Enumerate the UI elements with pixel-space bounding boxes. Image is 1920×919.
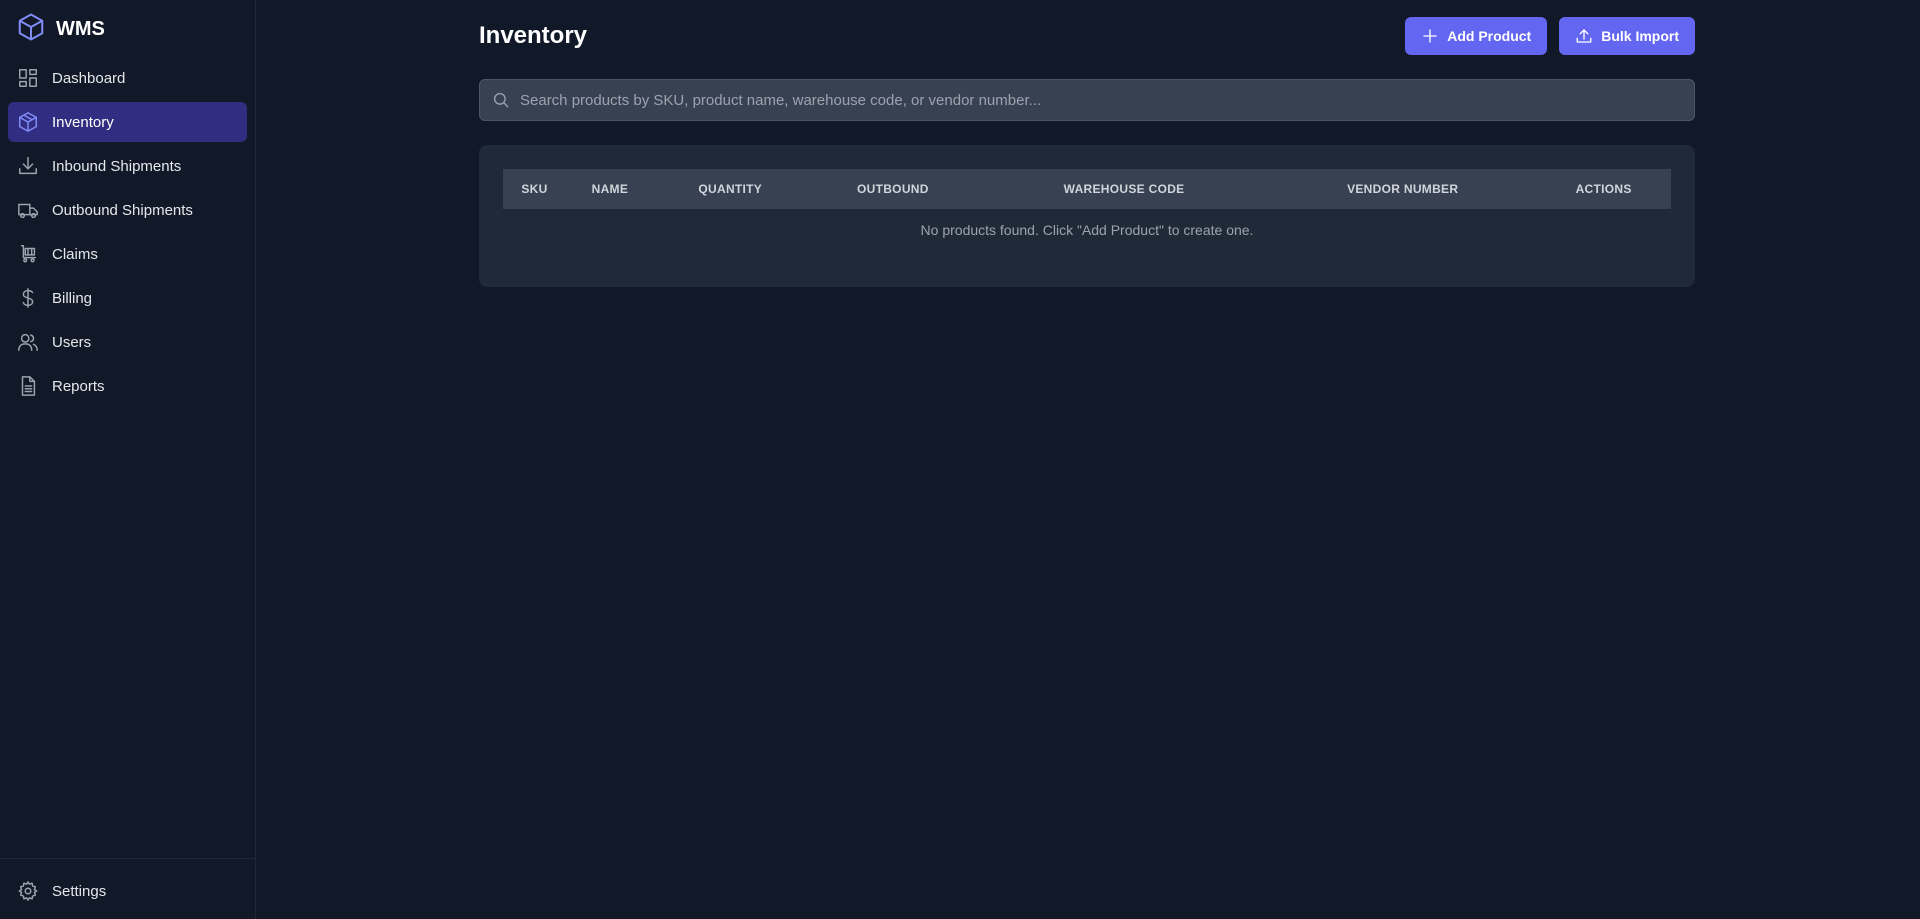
inventory-page: Inventory Add Product Bulk Import Search… [479, 17, 1695, 287]
sidebar-item-label: Claims [52, 245, 98, 263]
add-product-button[interactable]: Add Product [1405, 17, 1548, 55]
dollar-icon [16, 286, 40, 310]
column-header-sku[interactable]: SKU [503, 169, 566, 209]
bulk-import-label: Bulk Import [1601, 28, 1679, 44]
sidebar-item-label: Inventory [52, 113, 114, 131]
brand-name: WMS [56, 17, 105, 40]
sidebar-item-settings[interactable]: Settings [8, 871, 247, 911]
sidebar-item-label: Billing [52, 289, 93, 307]
column-header-quantity[interactable]: QUANTITY [654, 169, 807, 209]
gear-icon [16, 879, 40, 903]
sidebar-item-label: Users [52, 333, 92, 351]
table-header: SKU NAME QUANTITY OUTBOUND WAREHOUSE COD… [503, 169, 1671, 209]
sidebar-item-label: Inbound Shipments [52, 157, 182, 175]
download-icon [16, 154, 40, 178]
document-icon [16, 374, 40, 398]
page-header: Inventory Add Product Bulk Import [479, 17, 1695, 55]
sidebar-item-outbound-shipments[interactable]: Outbound Shipments [8, 190, 247, 230]
sidebar-item-reports[interactable]: Reports [8, 366, 247, 406]
sidebar-item-inbound-shipments[interactable]: Inbound Shipments [8, 146, 247, 186]
sidebar-item-label: Outbound Shipments [52, 201, 193, 219]
cart-icon [16, 242, 40, 266]
sidebar-item-claims[interactable]: Claims [8, 234, 247, 274]
column-header-actions: ACTIONS [1575, 182, 1632, 196]
table-body: No products found. Click "Add Product" t… [503, 209, 1671, 251]
sidebar-footer: Settings [0, 858, 255, 919]
column-header-vendor-number[interactable]: VENDOR NUMBER [1269, 169, 1536, 209]
cube-icon [16, 110, 40, 134]
column-header-warehouse-code[interactable]: WAREHOUSE CODE [979, 169, 1269, 209]
sidebar-item-label: Dashboard [52, 69, 126, 87]
plus-icon [1423, 29, 1437, 43]
sidebar: WMS Dashboard Inventory Inbound Shipment… [0, 0, 256, 919]
sidebar-item-label: Reports [52, 377, 105, 395]
dashboard-icon [16, 66, 40, 90]
users-icon [16, 330, 40, 354]
table-header-row: SKU NAME QUANTITY OUTBOUND WAREHOUSE COD… [503, 169, 1671, 209]
upload-icon [1576, 29, 1592, 43]
search-input[interactable] [480, 80, 1694, 120]
header-actions: Add Product Bulk Import [1405, 17, 1695, 55]
sidebar-item-dashboard[interactable]: Dashboard [8, 58, 247, 98]
cube-logo-icon [16, 12, 46, 47]
brand[interactable]: WMS [0, 0, 255, 58]
sidebar-item-billing[interactable]: Billing [8, 278, 247, 318]
app-root: WMS Dashboard Inventory Inbound Shipment… [0, 0, 1920, 919]
empty-state-row: No products found. Click "Add Product" t… [503, 209, 1671, 251]
sidebar-item-label: Settings [52, 882, 107, 900]
search-icon [492, 91, 510, 109]
column-header-name[interactable]: NAME [566, 169, 654, 209]
column-header-outbound[interactable]: OUTBOUND [807, 169, 979, 209]
sidebar-nav: Dashboard Inventory Inbound Shipments Ou… [0, 58, 255, 406]
empty-state-message: No products found. Click "Add Product" t… [920, 222, 1254, 238]
search-bar [479, 79, 1695, 121]
add-product-label: Add Product [1447, 28, 1532, 44]
products-table: SKU NAME QUANTITY OUTBOUND WAREHOUSE COD… [503, 169, 1671, 251]
truck-icon [16, 198, 40, 222]
page-title: Inventory [479, 22, 588, 49]
products-table-card: SKU NAME QUANTITY OUTBOUND WAREHOUSE COD… [479, 145, 1695, 287]
sidebar-item-users[interactable]: Users [8, 322, 247, 362]
main-content: Inventory Add Product Bulk Import Search… [256, 0, 1920, 919]
sidebar-item-inventory[interactable]: Inventory [8, 102, 247, 142]
bulk-import-button[interactable]: Bulk Import [1559, 17, 1695, 55]
